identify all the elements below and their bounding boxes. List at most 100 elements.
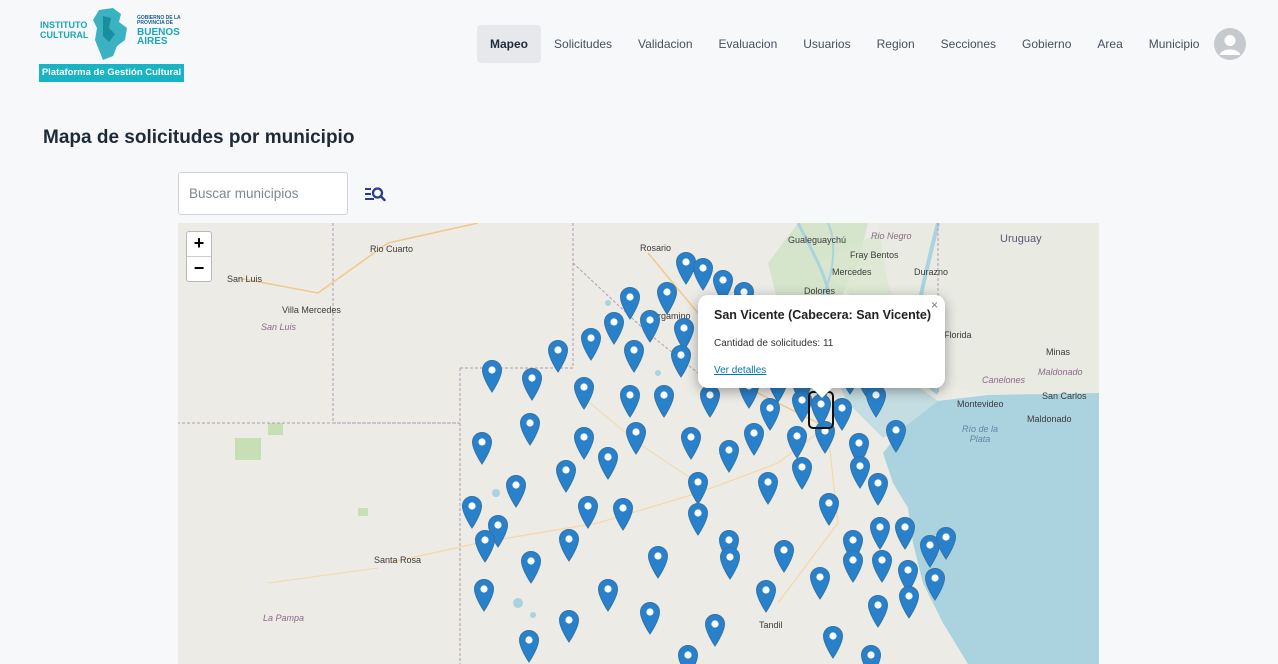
map-marker-icon[interactable] xyxy=(558,528,580,562)
nav-municipio[interactable]: Municipio xyxy=(1136,25,1213,63)
map-marker-icon[interactable] xyxy=(687,502,709,536)
map-marker-icon[interactable] xyxy=(885,419,907,453)
nav-evaluacion[interactable]: Evaluacion xyxy=(706,25,791,63)
map-marker-icon[interactable] xyxy=(481,359,503,393)
nav-region[interactable]: Region xyxy=(864,25,928,63)
map-marker-icon[interactable] xyxy=(577,495,599,529)
map-marker-icon[interactable] xyxy=(757,471,779,505)
gob-text: GOBIERNO DE LA PROVINCIA DE xyxy=(137,15,181,26)
map-marker-icon[interactable] xyxy=(597,446,619,480)
map-marker-icon[interactable] xyxy=(871,549,893,583)
main-nav: Mapeo Solicitudes Validacion Evaluacion … xyxy=(477,25,1212,63)
map-marker-icon[interactable] xyxy=(625,421,647,455)
popup-details-link[interactable]: Ver detalles xyxy=(714,365,766,376)
map-marker-icon[interactable] xyxy=(639,601,661,635)
map-label-florida: Florida xyxy=(944,330,972,340)
map-label-tandil: Tandil xyxy=(759,620,783,630)
map-marker-icon[interactable] xyxy=(647,545,669,579)
map-label-montevideo: Montevideo xyxy=(957,399,1004,409)
map-marker-icon[interactable] xyxy=(520,550,542,584)
map-marker-icon[interactable] xyxy=(519,412,541,446)
map-marker-icon[interactable] xyxy=(639,309,661,343)
map-marker-icon[interactable] xyxy=(603,311,625,345)
map-marker-icon[interactable] xyxy=(505,474,527,508)
province-map-icon xyxy=(93,8,127,60)
map-marker-icon[interactable] xyxy=(670,344,692,378)
map-container[interactable]: Rio Cuarto Rosario Gualeguaychú Rio Negr… xyxy=(178,223,1099,664)
map-label-villa-mercedes: Villa Mercedes xyxy=(282,305,341,315)
map-marker-icon[interactable] xyxy=(547,339,569,373)
map-marker-icon[interactable] xyxy=(623,339,645,373)
map-marker-icon[interactable] xyxy=(699,384,721,418)
map-marker-icon[interactable] xyxy=(704,613,726,647)
map-marker-icon[interactable] xyxy=(718,439,740,473)
map-marker-icon[interactable] xyxy=(474,529,496,563)
map-marker-icon[interactable] xyxy=(473,578,495,612)
search-input[interactable] xyxy=(178,172,348,215)
map-marker-icon[interactable] xyxy=(860,644,882,664)
map-marker-icon[interactable] xyxy=(869,516,891,550)
search-list-icon xyxy=(365,187,386,202)
map-marker-icon[interactable] xyxy=(924,567,946,601)
map-marker-icon[interactable] xyxy=(677,644,699,664)
map-marker-icon[interactable] xyxy=(692,257,714,291)
map-marker-icon[interactable] xyxy=(743,422,765,456)
map-marker-icon[interactable] xyxy=(680,426,702,460)
map-marker-icon[interactable] xyxy=(471,431,493,465)
nav-solicitudes[interactable]: Solicitudes xyxy=(541,25,625,63)
logo-text: INSTITUTO CULTURAL xyxy=(40,20,89,40)
map-marker-icon[interactable] xyxy=(786,425,808,459)
map-marker-icon[interactable] xyxy=(518,629,540,663)
map-marker-icon[interactable] xyxy=(573,376,595,410)
popup-close-button[interactable]: × xyxy=(931,298,938,312)
user-avatar-icon[interactable] xyxy=(1214,28,1246,60)
nav-area[interactable]: Area xyxy=(1084,25,1135,63)
map-marker-icon[interactable] xyxy=(898,585,920,619)
map-marker-icon[interactable] xyxy=(867,594,889,628)
popup-count: Cantidad de solicitudes: 11 xyxy=(714,338,834,349)
map-marker-icon[interactable] xyxy=(755,579,777,613)
map-marker-icon[interactable] xyxy=(842,549,864,583)
map-marker-icon[interactable] xyxy=(461,495,483,529)
map-marker-icon[interactable] xyxy=(521,367,543,401)
map-marker-icon[interactable] xyxy=(865,384,887,418)
map-marker-icon[interactable] xyxy=(653,384,675,418)
map-marker-icon[interactable] xyxy=(555,459,577,493)
zoom-in-button[interactable]: + xyxy=(187,232,211,256)
map-label-rosario: Rosario xyxy=(640,243,672,253)
ba-text: BUENOS AIRES xyxy=(137,27,180,47)
map-marker-icon[interactable] xyxy=(773,539,795,573)
map-marker-icon[interactable] xyxy=(573,426,595,460)
map-marker-icon[interactable] xyxy=(894,516,916,550)
map-marker-icon[interactable] xyxy=(558,609,580,643)
nav-usuarios[interactable]: Usuarios xyxy=(790,25,863,63)
map-marker-icon[interactable] xyxy=(935,526,957,560)
map-marker-icon[interactable] xyxy=(580,327,602,361)
nav-validacion[interactable]: Validacion xyxy=(625,25,705,63)
map-marker-icon[interactable] xyxy=(597,578,619,612)
map-label-san-carlos: San Carlos xyxy=(1042,391,1087,401)
map-label-maldonado-prov: Maldonado xyxy=(1038,367,1083,377)
map-marker-icon[interactable] xyxy=(822,625,844,659)
map-marker-icon[interactable] xyxy=(849,455,871,489)
map-marker-icon[interactable] xyxy=(687,471,709,505)
map-marker-icon[interactable] xyxy=(809,566,831,600)
nav-mapeo[interactable]: Mapeo xyxy=(477,25,542,63)
nav-secciones[interactable]: Secciones xyxy=(928,25,1009,63)
map-marker-icon[interactable] xyxy=(612,497,634,531)
map-marker-icon[interactable] xyxy=(791,456,813,490)
nav-gobierno[interactable]: Gobierno xyxy=(1009,25,1084,63)
map-label-durazno: Durazno xyxy=(914,267,949,277)
zoom-out-button[interactable]: − xyxy=(187,256,211,281)
map-label-santa-rosa: Santa Rosa xyxy=(374,555,422,565)
selected-map-marker-icon[interactable] xyxy=(808,391,834,429)
map-marker-icon[interactable] xyxy=(619,384,641,418)
search-button[interactable] xyxy=(363,183,387,205)
platform-badge: Plataforma de Gestión Cultural xyxy=(39,64,184,82)
popup-tip xyxy=(812,388,832,398)
brand-logo[interactable]: INSTITUTO CULTURAL GOBIERNO DE LA PROVINC… xyxy=(38,6,188,84)
zoom-control: + − xyxy=(186,231,212,282)
map-marker-icon[interactable] xyxy=(719,546,741,580)
map-label-minas: Minas xyxy=(1046,347,1071,357)
map-marker-icon[interactable] xyxy=(818,492,840,526)
